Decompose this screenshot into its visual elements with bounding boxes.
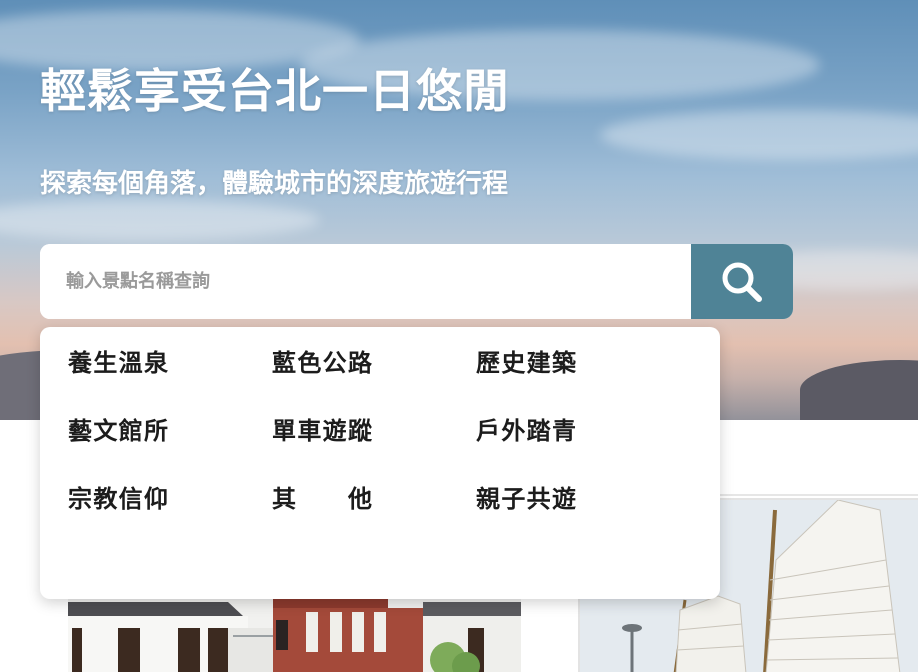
category-other[interactable]: 其 他 [272,481,372,549]
section-divider [720,494,918,496]
category-dropdown: 養生溫泉 藍色公路 歷史建築 藝文館所 單車遊蹤 戶外踏青 宗教信仰 其 他 親… [40,327,720,599]
category-family[interactable]: 親子共遊 [476,481,576,549]
category-grid: 養生溫泉 藍色公路 歷史建築 藝文館所 單車遊蹤 戶外踏青 宗教信仰 其 他 親… [68,345,680,549]
mountain-silhouette [800,360,918,420]
category-arts-venues[interactable]: 藝文館所 [68,413,168,481]
category-religion[interactable]: 宗教信仰 [68,481,168,549]
page: 輕鬆享受台北一日悠閒 探索每個角落，體驗城市的深度旅遊行程 養生溫泉 藍色公路 … [0,0,918,672]
cloud-decoration [600,110,918,160]
category-cycling[interactable]: 單車遊蹤 [272,413,372,481]
search-bar [40,244,793,319]
category-hot-spring[interactable]: 養生溫泉 [68,345,168,413]
hero-subtitle: 探索每個角落，體驗城市的深度旅遊行程 [40,169,509,199]
hero-title: 輕鬆享受台北一日悠閒 [40,64,510,118]
cloud-decoration [0,200,320,240]
historic-house-photo [68,598,521,672]
category-blue-highway[interactable]: 藍色公路 [272,345,372,413]
category-historic-buildings[interactable]: 歷史建築 [476,345,576,413]
category-outdoor-hiking[interactable]: 戶外踏青 [476,413,576,481]
search-icon [722,262,762,302]
search-input[interactable] [40,244,691,319]
search-button[interactable] [691,244,793,319]
attraction-card-historic-house[interactable] [68,598,521,672]
